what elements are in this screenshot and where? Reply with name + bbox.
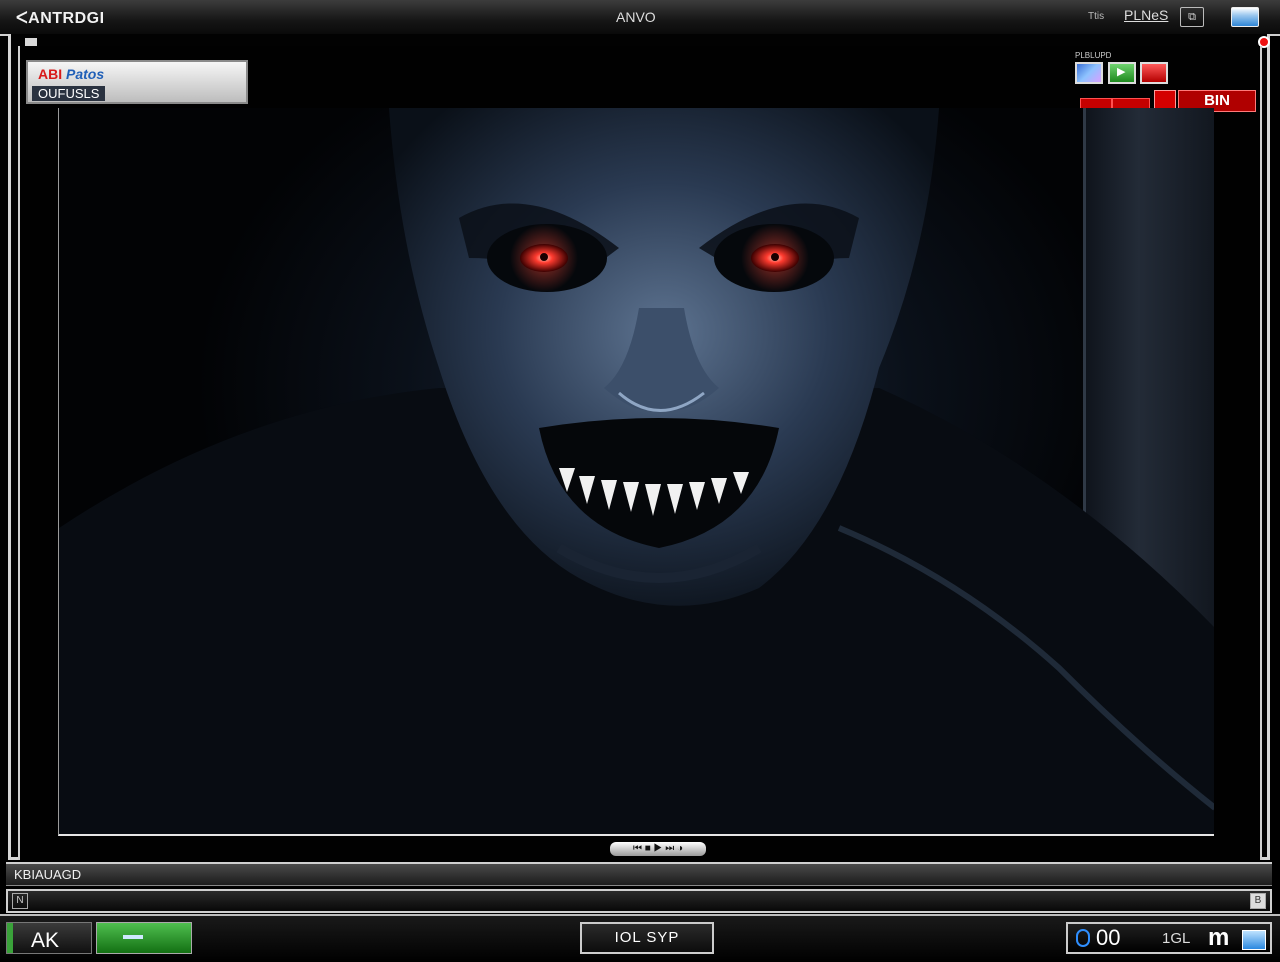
app-title: ᐸANTRDGI (16, 10, 105, 27)
network-icon[interactable] (1076, 929, 1090, 947)
title-menu-label[interactable]: Ttis (1088, 11, 1104, 22)
title-bar: ᐸANTRDGI ANVO Ttis PLNeS ⧉ (0, 0, 1280, 36)
system-tray: 00 1GL m (1066, 922, 1272, 954)
info-panel-subtitle: OUFUSLS (32, 86, 106, 101)
record-icon[interactable] (1140, 62, 1168, 84)
maximize-icon: ⧉ (1188, 10, 1196, 23)
minimize-button[interactable] (1231, 7, 1259, 27)
status-bar: KBIAUAGD (6, 862, 1272, 886)
creature-image (59, 108, 1214, 834)
input-left-icon[interactable]: N (12, 893, 28, 909)
info-panel-title-red: ABI (38, 66, 63, 82)
tray-app-icon[interactable] (1242, 930, 1266, 950)
taskbar: AK IOL SYP 00 1GL m (0, 914, 1280, 962)
title-menu-link[interactable]: PLNeS (1124, 7, 1168, 23)
info-panel-title: ABI Patos (38, 66, 104, 82)
media-controls[interactable]: ⏮ ■ ▶ ⏭ ◑ (610, 842, 706, 856)
info-panel-title-blue: Patos (66, 66, 105, 82)
tray-counter: 00 (1096, 925, 1121, 950)
maximize-button[interactable]: ⧉ (1180, 7, 1204, 27)
start-label: AK (31, 929, 60, 952)
frame-corner-top-left (25, 38, 37, 46)
green-task-button[interactable] (96, 922, 192, 954)
tray-m-label: m (1208, 924, 1230, 951)
window-title: ANVO (616, 9, 656, 25)
toolbar-label: PLBLUPD (1075, 51, 1112, 60)
info-panel[interactable]: ABI Patos OUFUSLS (26, 60, 248, 104)
play-icon[interactable] (1108, 62, 1136, 84)
image-icon[interactable] (1075, 62, 1103, 84)
task-button-center[interactable]: IOL SYP (580, 922, 714, 954)
command-input[interactable]: N B (6, 889, 1272, 913)
status-text: KBIAUAGD (14, 867, 82, 882)
input-right-icon[interactable]: B (1250, 893, 1266, 909)
start-button[interactable]: AK (6, 922, 92, 954)
tray-label: 1GL (1162, 930, 1191, 947)
image-viewport[interactable] (58, 108, 1214, 836)
